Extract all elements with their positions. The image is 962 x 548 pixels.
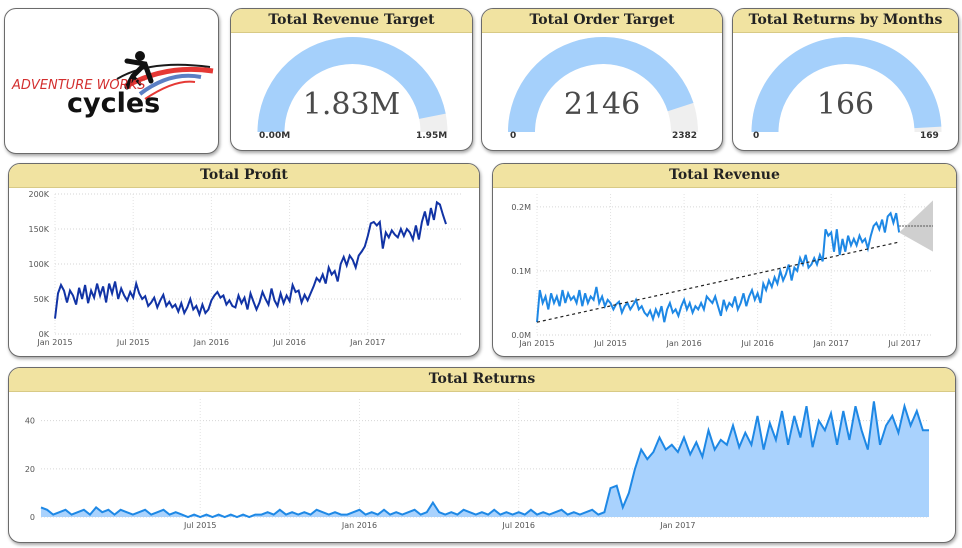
y-tick-label: 0: [30, 513, 35, 522]
revenue-line-chart: 0.0M0.1M0.2MJan 2015 Jul 2015 Jan 2016 Jul …: [511, 194, 933, 348]
gauge-title: Total Returns by Months: [733, 9, 958, 33]
gauge-card-returns-by-months: Total Returns by Months 166 0 169: [732, 8, 959, 151]
profit-line-chart: 0K50K100K150K200KJan 2015 Jul 2015 Jan 201…: [28, 190, 461, 347]
x-tick-label: Jan 2016: [341, 521, 377, 530]
gauge-card-order-target: Total Order Target 2146 0 2382: [481, 8, 723, 151]
trend-line: [536, 241, 900, 323]
gauge-value: 1.83M: [302, 87, 401, 122]
y-tick-label: 20: [25, 465, 35, 474]
y-tick-label: 200K: [28, 190, 49, 199]
gauge-max-label: 2382: [672, 131, 698, 141]
x-tick-label: Jan 2017: [659, 521, 695, 530]
series-line: [536, 211, 901, 323]
x-tick-label: Jan 2015: [36, 338, 72, 347]
logo-line2: cycles: [67, 88, 160, 119]
gauge-title: Total Revenue Target: [231, 9, 472, 33]
revenue-chart-card: Total Revenue 0.0M 0.1M 0.2M Jan 2015 Jul 20…: [492, 163, 957, 357]
gauge-min-label: 0: [510, 131, 517, 141]
x-tick-label: Jan 2016: [665, 339, 701, 348]
gauge-min-label: 0: [753, 131, 760, 141]
chart-title: Total Returns: [9, 368, 955, 392]
series-line: [54, 200, 447, 319]
logo-card: ADVENTURE WORKS cycles: [4, 8, 219, 154]
logo-image: ADVENTURE WORKS cycles: [11, 51, 214, 119]
y-tick-label: 40: [25, 417, 35, 426]
chart-title: Total Profit: [9, 164, 479, 188]
gauge-max-label: 169: [920, 131, 939, 141]
y-tick-label: 0.1M: [511, 267, 531, 276]
returns-area-chart: 0 20 40 Jul 2015 Jan 2016 Jul 2016 Jan 2017: [25, 399, 929, 530]
profit-chart-card: Total Profit 0K 50K 100K 150K 200K Jan 2015 Ju…: [8, 163, 480, 357]
returns-chart-card: Total Returns 0 20 40 Jul 2015 Jan 2016 Jul 2…: [8, 367, 956, 543]
y-tick-label: 100K: [28, 260, 49, 269]
x-tick-label: Jul 2017: [887, 339, 921, 348]
x-tick-label: Jul 2015: [183, 521, 217, 530]
y-tick-label: 0.2M: [511, 203, 531, 212]
x-tick-label: Jul 2016: [272, 338, 306, 347]
x-tick-label: Jan 2016: [193, 338, 229, 347]
x-tick-label: Jul 2015: [593, 339, 627, 348]
chart-title: Total Revenue: [493, 164, 956, 188]
y-tick-label: 150K: [28, 225, 49, 234]
x-tick-label: Jan 2017: [349, 338, 385, 347]
x-tick-label: Jan 2017: [813, 339, 849, 348]
x-tick-label: Jul 2016: [501, 521, 535, 530]
x-tick-label: Jan 2015: [518, 339, 554, 348]
gauge-value: 166: [816, 87, 875, 122]
gauge-card-revenue-target: Total Revenue Target 1.83M 0.00M 1.95M: [230, 8, 473, 151]
x-tick-label: Jul 2016: [740, 339, 774, 348]
gauge-max-label: 1.95M: [416, 131, 448, 141]
x-tick-label: Jul 2015: [116, 338, 150, 347]
y-tick-label: 50K: [34, 295, 50, 304]
gauge-value: 2146: [563, 87, 641, 122]
gauge-min-label: 0.00M: [259, 131, 291, 141]
gauge-title: Total Order Target: [482, 9, 722, 33]
